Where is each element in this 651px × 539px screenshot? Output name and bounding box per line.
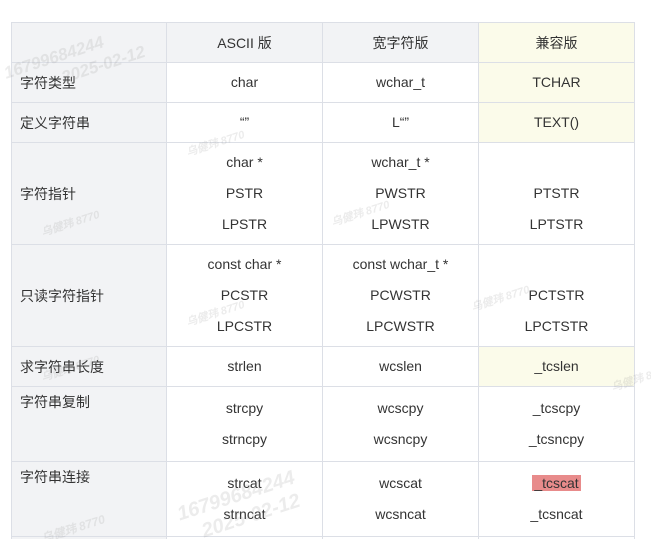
cell-value: strncpy xyxy=(221,431,268,447)
cell-value: “” xyxy=(239,114,250,130)
cell-value: LPCWSTR xyxy=(366,318,435,334)
cell-value: strcat xyxy=(227,475,262,491)
cell-value: _tcsncpy xyxy=(528,431,585,447)
cell-value: const wchar_t * xyxy=(352,256,449,272)
cell-value: TCHAR xyxy=(532,74,581,90)
row-label: 定义字符串 xyxy=(11,102,167,143)
row-label-text: 字符串复制 xyxy=(20,394,90,410)
ascii-cell: const char * PCSTR LPCSTR xyxy=(166,244,323,347)
cell-value: wchar_t xyxy=(375,74,426,90)
wide-cell: wchar_t * PWSTR LPWSTR xyxy=(322,142,479,245)
table-row: 定义字符串 “” L“” TEXT() xyxy=(11,102,635,143)
cell-value: PCSTR xyxy=(220,287,269,303)
compat-cell: TEXT() xyxy=(478,102,635,143)
cell-value: wchar_t * xyxy=(371,154,430,170)
header-corner-cell xyxy=(11,22,167,63)
cell-value: PCWSTR xyxy=(370,287,431,303)
table-header-row: ASCII 版 宽字符版 兼容版 xyxy=(11,22,635,63)
table-row: 字符串复制 strcpy strncpy wcscpy wcsncpy _tcs… xyxy=(11,386,635,462)
table-row: 字符类型 char wchar_t TCHAR xyxy=(11,62,635,103)
header-ascii: ASCII 版 xyxy=(166,22,323,63)
cell-value: PTSTR xyxy=(533,185,580,201)
cell-value: strlen xyxy=(227,358,262,374)
table-row: 求字符串长度 strlen wcslen _tcslen xyxy=(11,346,635,387)
cell-value: PCTSTR xyxy=(528,287,585,303)
cell-value: char xyxy=(230,74,259,90)
wide-cell: wcslen xyxy=(322,346,479,387)
cell-value: _tcsncat xyxy=(530,506,583,522)
table-row: 只读字符指针 const char * PCSTR LPCSTR const w… xyxy=(11,244,635,347)
compat-cell: _tcscat _tcsncat xyxy=(478,461,635,537)
cell-value: wcsncpy xyxy=(373,431,428,447)
compat-cell: PCTSTR LPCTSTR xyxy=(478,244,635,347)
cell-value: L“” xyxy=(391,114,410,130)
row-label: 只读字符指针 xyxy=(11,244,167,347)
wide-cell: wcscpy wcsncpy xyxy=(322,386,479,462)
cell-value: _tcscpy xyxy=(532,400,581,416)
wide-cell: wcscat wcsncat xyxy=(322,461,479,537)
highlighted-text: _tcscat xyxy=(532,475,581,491)
cell-value: LPCTSTR xyxy=(524,318,589,334)
row-label: 字符串复制 xyxy=(11,386,167,462)
cell-value: const char * xyxy=(207,256,282,272)
cell-value: LPCSTR xyxy=(216,318,273,334)
page: ASCII 版 宽字符版 兼容版 字符类型 char wchar_t TCHAR xyxy=(0,0,651,539)
cell-value: PSTR xyxy=(225,185,264,201)
cell-value: LPTSTR xyxy=(529,216,584,232)
header-compatible: 兼容版 xyxy=(478,22,635,63)
cell-value: wcscat xyxy=(379,475,422,491)
wide-cell: wchar_t xyxy=(322,62,479,103)
table-row: 字符串连接 strcat strncat wcscat wcsncat _tcs… xyxy=(11,461,635,537)
row-label-text: 字符串连接 xyxy=(20,469,90,485)
cell-value: char * xyxy=(226,154,263,170)
cell-value: strcpy xyxy=(225,400,264,416)
row-label: 求字符串长度 xyxy=(11,346,167,387)
compat-cell: _tcslen xyxy=(478,346,635,387)
cell-value: TEXT() xyxy=(533,114,580,130)
cell-value: LPSTR xyxy=(221,216,268,232)
ascii-cell: char * PSTR LPSTR xyxy=(166,142,323,245)
ascii-cell: strlen xyxy=(166,346,323,387)
row-label: 字符串连接 xyxy=(11,461,167,537)
cell-value: LPWSTR xyxy=(371,216,430,232)
cell-value: _tcscat xyxy=(479,468,634,499)
row-label: 字符指针 xyxy=(11,142,167,245)
compat-cell: TCHAR xyxy=(478,62,635,103)
wide-cell: const wchar_t * PCWSTR LPCWSTR xyxy=(322,244,479,347)
ascii-cell: strcpy strncpy xyxy=(166,386,323,462)
cell-value: wcscpy xyxy=(377,400,424,416)
table-row: 字符指针 char * PSTR LPSTR wchar_t * PWSTR L… xyxy=(11,142,635,245)
row-label: 字符类型 xyxy=(11,62,167,103)
cell-value: PWSTR xyxy=(375,185,426,201)
ascii-cell: char xyxy=(166,62,323,103)
header-wide-char: 宽字符版 xyxy=(322,22,479,63)
cell-value: strncat xyxy=(223,506,266,522)
ascii-cell: “” xyxy=(166,102,323,143)
wide-cell: L“” xyxy=(322,102,479,143)
cell-value: wcslen xyxy=(379,358,422,374)
cell-value: _tcslen xyxy=(534,358,579,374)
string-type-comparison-table: ASCII 版 宽字符版 兼容版 字符类型 char wchar_t TCHAR xyxy=(11,22,635,539)
cell-value: wcsncat xyxy=(375,506,426,522)
compat-cell: _tcscpy _tcsncpy xyxy=(478,386,635,462)
compat-cell: PTSTR LPTSTR xyxy=(478,142,635,245)
ascii-cell: strcat strncat xyxy=(166,461,323,537)
